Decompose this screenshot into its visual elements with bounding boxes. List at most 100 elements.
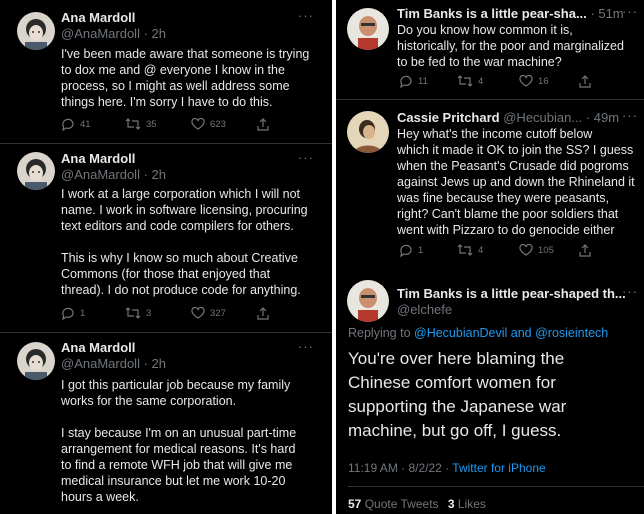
tweet-1[interactable]: Ana Mardoll @AnaMardoll · 2h ··· I've be… [0, 0, 332, 142]
tweet-text: I work at a large corporation which I wi… [61, 187, 308, 297]
focused-tweet[interactable]: Tim Banks is a little pear-shaped th... … [336, 278, 644, 514]
retweet-icon [457, 75, 473, 87]
tweet-header: Tim Banks is a little pear-shaped th... … [397, 286, 626, 318]
tweet-3[interactable]: Ana Mardoll @AnaMardoll · 2h ··· I got t… [0, 333, 332, 514]
avatar[interactable] [347, 280, 389, 322]
author-handle[interactable]: @AnaMardoll · 2h [61, 356, 166, 372]
author-name[interactable]: Cassie Pritchard [397, 110, 500, 125]
author-name[interactable]: Ana Mardoll [61, 151, 166, 167]
tweet-text: I got this particular job because my fam… [61, 378, 297, 504]
retweet-count: 4 [478, 75, 484, 87]
author-handle[interactable]: @Hecubian... · 49m [503, 110, 619, 125]
heart-icon [191, 118, 205, 130]
tweet-2[interactable]: Ana Mardoll @AnaMardoll · 2h ··· I work … [0, 144, 332, 331]
left-thread-panel: Ana Mardoll @AnaMardoll · 2h ··· I've be… [0, 0, 332, 514]
replying-prefix: Replying to [348, 326, 415, 340]
reply-icon [400, 244, 412, 257]
replying-to: Replying to @HecubianDevil and @rosieint… [348, 326, 608, 340]
replying-to-link[interactable]: @HecubianDevil and @rosieintech [414, 326, 608, 340]
author-handle[interactable]: @AnaMardoll · 2h [61, 167, 166, 183]
reply-icon [400, 75, 412, 88]
share-icon [257, 118, 269, 131]
like-count: 623 [210, 118, 226, 130]
more-options-icon[interactable]: ··· [298, 8, 314, 23]
reply-button[interactable]: 11 [399, 75, 428, 88]
reply-button[interactable]: 41 [61, 118, 91, 131]
author-handle[interactable]: @AnaMardoll · 2h [61, 26, 166, 42]
timestamp[interactable]: 11:19 AM · 8/2/22 · [348, 461, 452, 475]
more-options-icon[interactable]: ··· [298, 339, 314, 354]
retweet-count: 4 [478, 244, 484, 256]
reply-tweet-1[interactable]: Tim Banks is a little pear-sha... · 51m … [336, 0, 644, 98]
tweet-meta: 11:19 AM · 8/2/22 · Twitter for iPhone [348, 461, 546, 475]
avatar[interactable] [17, 152, 55, 190]
author-handle[interactable]: · 51m [590, 6, 623, 21]
more-options-icon[interactable]: ··· [622, 284, 638, 299]
reply-button[interactable]: 1 [399, 244, 423, 257]
retweet-icon [125, 118, 141, 130]
retweet-button[interactable]: 4 [457, 244, 483, 256]
more-options-icon[interactable]: ··· [622, 4, 638, 19]
tweet-actions: 1 4 105 [399, 244, 599, 260]
quote-label: Quote Tweets [364, 497, 439, 511]
share-icon [257, 307, 269, 320]
right-thread-panel: Tim Banks is a little pear-sha... · 51m … [336, 0, 644, 514]
retweet-count: 3 [146, 307, 152, 319]
reply-count: 11 [418, 76, 428, 87]
author-handle[interactable]: @elchefe [397, 302, 626, 318]
author-name[interactable]: Ana Mardoll [61, 340, 166, 356]
share-button[interactable] [257, 307, 269, 320]
divider [348, 486, 644, 487]
reply-icon [62, 307, 74, 320]
share-button[interactable] [579, 75, 591, 88]
retweet-icon [125, 307, 141, 319]
like-total: 3 [447, 497, 455, 511]
like-button[interactable]: 16 [519, 75, 549, 87]
author-name[interactable]: Tim Banks is a little pear-shaped th... [397, 286, 626, 302]
tweet-text: I've been made aware that someone is try… [61, 47, 310, 109]
tweet-header: Tim Banks is a little pear-sha... · 51m [397, 6, 624, 22]
more-options-icon[interactable]: ··· [622, 108, 638, 123]
like-count: 327 [210, 307, 226, 319]
heart-icon [519, 244, 533, 256]
quote-tweets-link[interactable]: 57 Quote Tweets [348, 497, 439, 511]
avatar[interactable] [17, 12, 55, 50]
tweet-header: Ana Mardoll @AnaMardoll · 2h [61, 10, 166, 42]
share-button[interactable] [257, 118, 269, 131]
reply-icon [62, 118, 74, 131]
retweet-count: 35 [146, 118, 157, 130]
retweet-button[interactable]: 4 [457, 75, 483, 87]
author-name[interactable]: Tim Banks is a little pear-sha... [397, 6, 587, 21]
retweet-button[interactable]: 3 [125, 307, 151, 319]
reply-count: 1 [418, 245, 424, 256]
tweet-actions: 1 3 327 [61, 307, 281, 323]
tweet-text: You're over here blaming the Chinese com… [348, 349, 567, 440]
reply-count: 1 [80, 308, 86, 319]
avatar[interactable] [347, 111, 389, 153]
reply-count: 41 [80, 119, 91, 130]
share-button[interactable] [579, 244, 591, 257]
author-name[interactable]: Ana Mardoll [61, 10, 166, 26]
share-icon [579, 75, 591, 88]
like-count: 16 [538, 75, 549, 87]
avatar[interactable] [17, 342, 55, 380]
source-link[interactable]: Twitter for iPhone [452, 461, 545, 475]
likes-link[interactable]: 3 Likes [448, 497, 486, 511]
retweet-icon [457, 244, 473, 256]
tweet-header: Cassie Pritchard @Hecubian... · 49m [397, 110, 619, 126]
share-icon [579, 244, 591, 257]
tweet-header: Ana Mardoll @AnaMardoll · 2h [61, 151, 166, 183]
tweet-actions: 11 4 16 [399, 75, 599, 91]
reply-button[interactable]: 1 [61, 307, 85, 320]
more-options-icon[interactable]: ··· [298, 150, 314, 165]
likes-label: Likes [457, 497, 486, 511]
heart-icon [191, 307, 205, 319]
retweet-button[interactable]: 35 [125, 118, 157, 130]
tweet-text: Do you know how common it is, historical… [397, 23, 624, 69]
heart-icon [519, 75, 533, 87]
like-button[interactable]: 327 [191, 307, 226, 319]
reply-tweet-2[interactable]: Cassie Pritchard @Hecubian... · 49m ··· … [336, 100, 644, 270]
avatar[interactable] [347, 8, 389, 50]
like-button[interactable]: 105 [519, 244, 554, 256]
like-button[interactable]: 623 [191, 118, 226, 130]
